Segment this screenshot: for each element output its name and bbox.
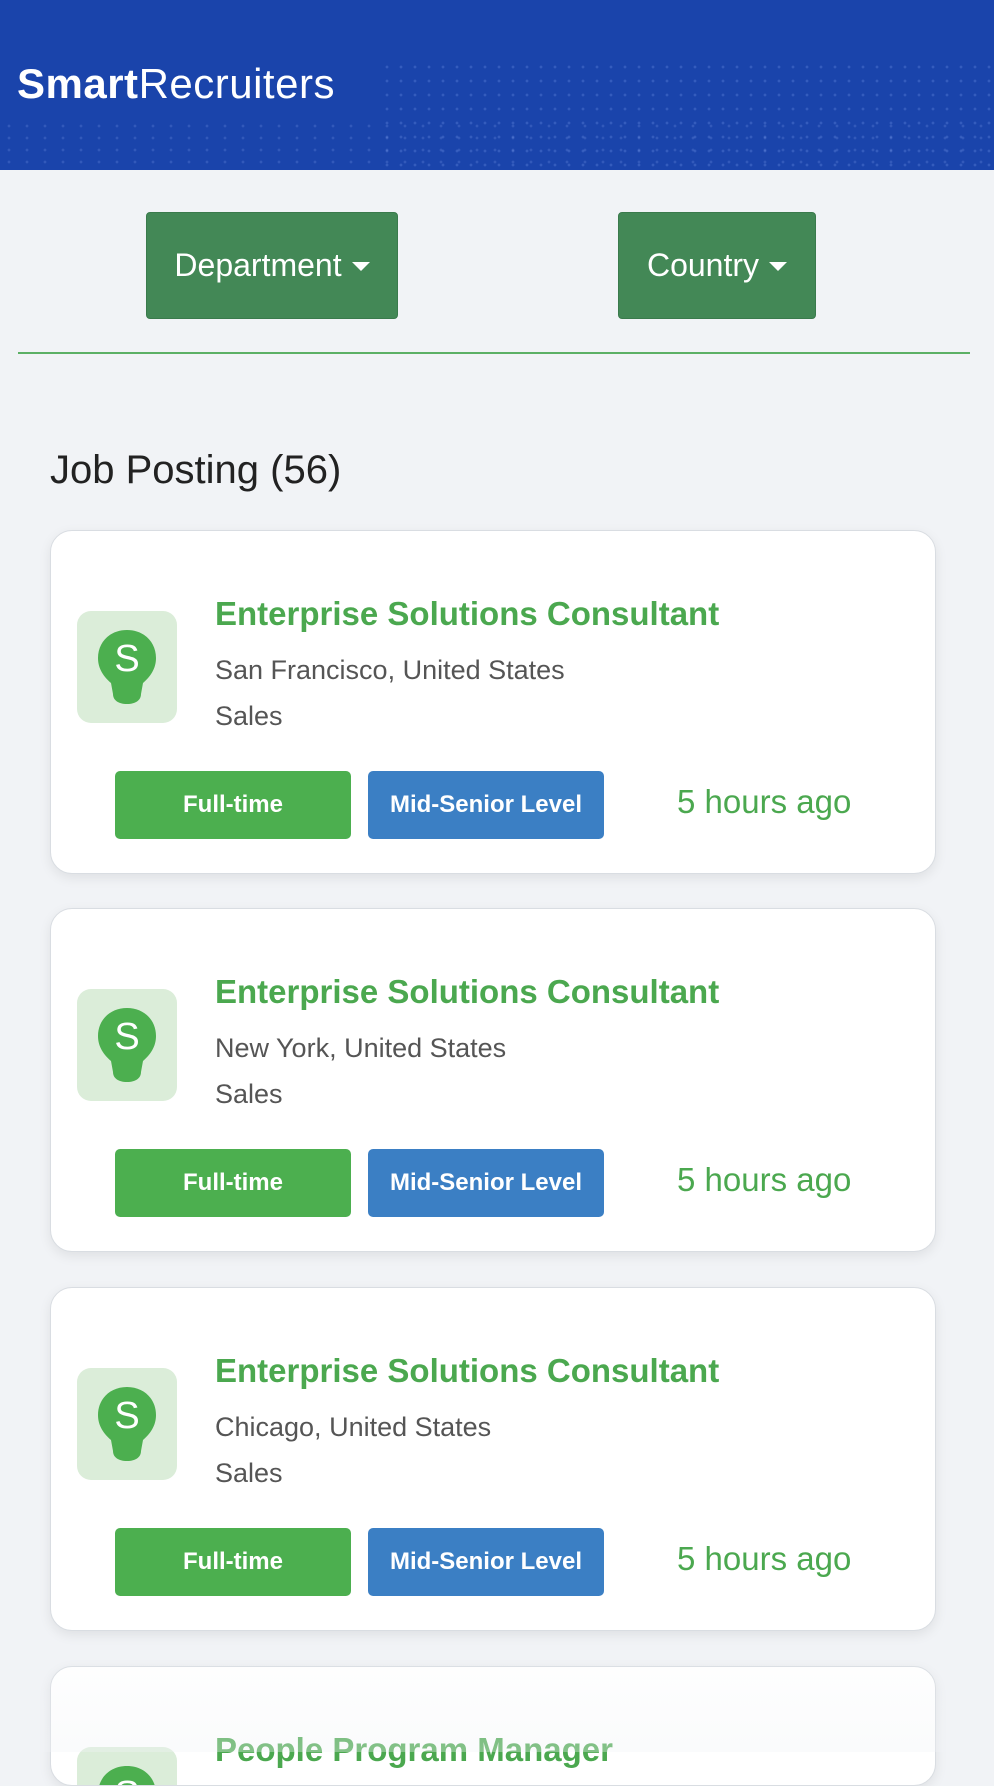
company-logo: S [77,611,177,723]
experience-level-badge: Mid-Senior Level [368,1528,604,1596]
posted-time: 5 hours ago [677,1540,852,1577]
experience-level-badge: Mid-Senior Level [368,771,604,839]
filter-divider [18,352,970,354]
job-location: San Francisco, United States [215,655,565,685]
logo-light-text: Recruiters [138,60,335,107]
job-posting-heading: Job Posting (56) [50,448,342,492]
posted-time: 5 hours ago [677,1161,852,1198]
posted-time: 5 hours ago [677,783,852,820]
smartrecruiters-logo[interactable]: SmartRecruiters [17,60,335,108]
job-card[interactable]: S Enterprise Solutions Consultant New Yo… [50,908,936,1252]
experience-level-badge: Mid-Senior Level [368,1149,604,1217]
department-filter-label: Department [174,247,342,283]
lightbulb-s-icon: S [99,1766,155,1786]
country-filter-button[interactable]: Country [618,212,816,319]
job-title-link[interactable]: Enterprise Solutions Consultant [215,1352,719,1390]
logo-letter: S [114,1774,139,1786]
employment-type-badge: Full-time [115,1528,351,1596]
company-logo: S [77,1368,177,1480]
lightbulb-s-icon: S [98,1387,156,1461]
employment-type-badge: Full-time [115,771,351,839]
company-logo: S [77,1747,177,1786]
job-title-link[interactable]: Enterprise Solutions Consultant [215,595,719,633]
site-header: SmartRecruiters [0,0,994,170]
job-card[interactable]: S People Program Manager [50,1666,936,1786]
job-card[interactable]: S Enterprise Solutions Consultant San Fr… [50,530,936,874]
logo-letter: S [114,638,139,680]
job-department: Sales [215,701,283,731]
job-department: Sales [215,1458,283,1488]
job-card[interactable]: S Enterprise Solutions Consultant Chicag… [50,1287,936,1631]
header-pattern-bottom [0,120,994,170]
job-location: Chicago, United States [215,1412,492,1442]
company-logo: S [77,989,177,1101]
lightbulb-s-icon: S [98,1008,156,1082]
logo-bold-text: Smart [17,60,139,107]
job-department: Sales [215,1079,283,1109]
logo-letter: S [114,1016,139,1058]
logo-letter: S [114,1395,139,1437]
job-title-link[interactable]: Enterprise Solutions Consultant [215,973,719,1011]
employment-type-badge: Full-time [115,1149,351,1217]
country-filter-label: Country [646,247,760,283]
job-location: New York, United States [215,1033,507,1063]
caret-down-icon [351,262,370,271]
job-title-link[interactable]: People Program Manager [215,1731,613,1769]
department-filter-button[interactable]: Department [146,212,398,319]
caret-down-icon [769,262,788,271]
lightbulb-s-icon: S [98,630,156,704]
